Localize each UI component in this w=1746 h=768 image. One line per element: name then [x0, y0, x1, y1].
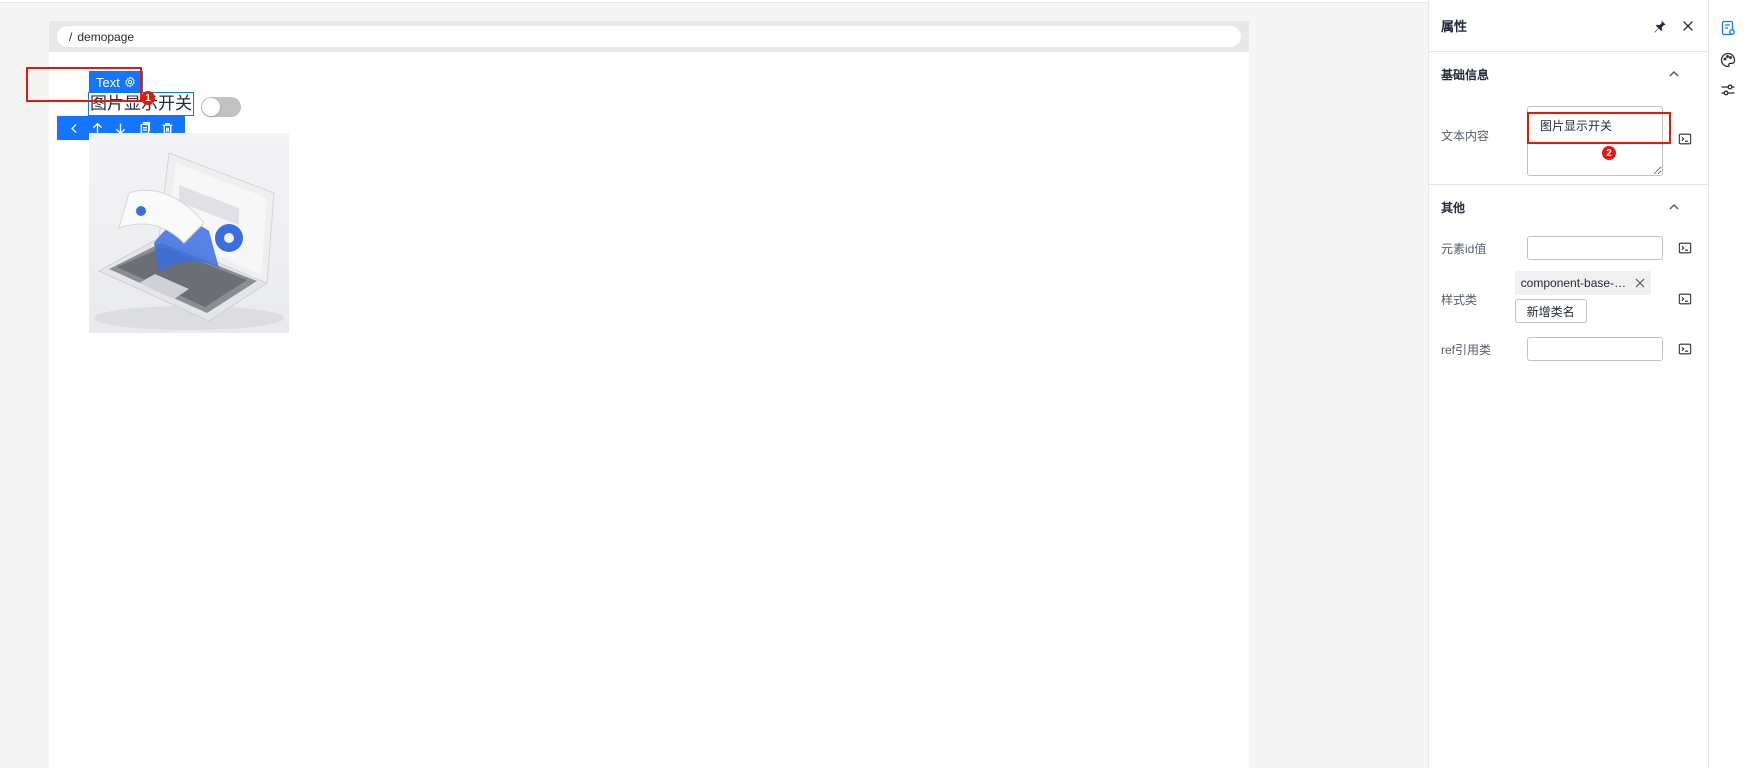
terminal-icon: [1678, 133, 1692, 145]
style-class-tag[interactable]: component-base-s...: [1514, 271, 1651, 295]
close-icon: [1683, 20, 1693, 31]
terminal-icon: [1678, 343, 1692, 355]
ref-bind-button[interactable]: [1677, 341, 1693, 357]
pin-icon: [1654, 19, 1666, 33]
rail-advanced-button[interactable]: [1719, 81, 1737, 99]
section-basic-title: 基础信息: [1441, 67, 1490, 82]
ref-label: ref引用类: [1441, 342, 1492, 357]
style-class-tag-text: component-base-s...: [1520, 276, 1629, 290]
style-class-editor: component-base-s... 新增类名: [1514, 271, 1696, 323]
close-button[interactable]: [1680, 18, 1696, 34]
pin-button[interactable]: [1652, 18, 1668, 34]
panel-title: 属性: [1441, 19, 1468, 34]
right-icon-rail: [1708, 0, 1746, 768]
terminal-icon: [1678, 242, 1692, 254]
breadcrumb[interactable]: / demopage: [57, 26, 1241, 47]
panel-header: 属性: [1429, 0, 1708, 52]
step-marker-2: 2: [1602, 146, 1616, 160]
breadcrumb-bar: / demopage: [49, 21, 1249, 52]
chevron-up-icon: [1669, 203, 1679, 210]
prop-row-ref: ref引用类: [1429, 329, 1708, 369]
add-class-button[interactable]: 新增类名: [1514, 299, 1587, 323]
chevron-left-icon: [71, 123, 77, 133]
style-class-bind-button[interactable]: [1677, 291, 1693, 307]
rail-style-button[interactable]: [1719, 51, 1737, 69]
prop-row-element-id: 元素id值: [1429, 229, 1708, 267]
element-id-bind-button[interactable]: [1677, 240, 1693, 256]
section-other[interactable]: 其他: [1429, 185, 1708, 229]
close-icon[interactable]: [1635, 278, 1645, 288]
highlight-box-2: [1527, 112, 1671, 144]
prop-row-style-class: 样式类 component-base-s... 新增类名: [1429, 267, 1708, 329]
text-content-bind-button[interactable]: [1677, 131, 1693, 147]
element-id-label: 元素id值: [1441, 241, 1487, 256]
ref-input[interactable]: [1527, 337, 1663, 361]
palette-icon: [1720, 52, 1736, 68]
rail-properties-button[interactable]: [1719, 19, 1737, 37]
style-class-label: 样式类: [1441, 293, 1478, 307]
sliders-icon: [1721, 84, 1735, 96]
breadcrumb-page[interactable]: demopage: [77, 30, 134, 44]
switch-knob: [202, 98, 220, 116]
text-content-label: 文本内容: [1441, 129, 1490, 143]
highlight-box-1: [26, 67, 142, 102]
breadcrumb-separator: /: [69, 29, 73, 44]
laptop-illustration: [94, 152, 284, 330]
terminal-icon: [1678, 293, 1692, 305]
canvas-top-border: [0, 0, 1428, 3]
design-canvas[interactable]: / demopage Text 图片显示开关: [49, 21, 1249, 768]
section-basic-info[interactable]: 基础信息: [1429, 52, 1708, 96]
chevron-up-icon: [1669, 70, 1679, 77]
select-parent-button[interactable]: [67, 120, 83, 136]
element-id-input[interactable]: [1527, 236, 1663, 260]
properties-icon: [1721, 20, 1735, 36]
step-marker-1: 1: [141, 91, 155, 105]
image-toggle-switch[interactable]: [201, 97, 241, 117]
section-other-title: 其他: [1441, 200, 1466, 215]
laptop-settings-image[interactable]: [89, 133, 289, 333]
